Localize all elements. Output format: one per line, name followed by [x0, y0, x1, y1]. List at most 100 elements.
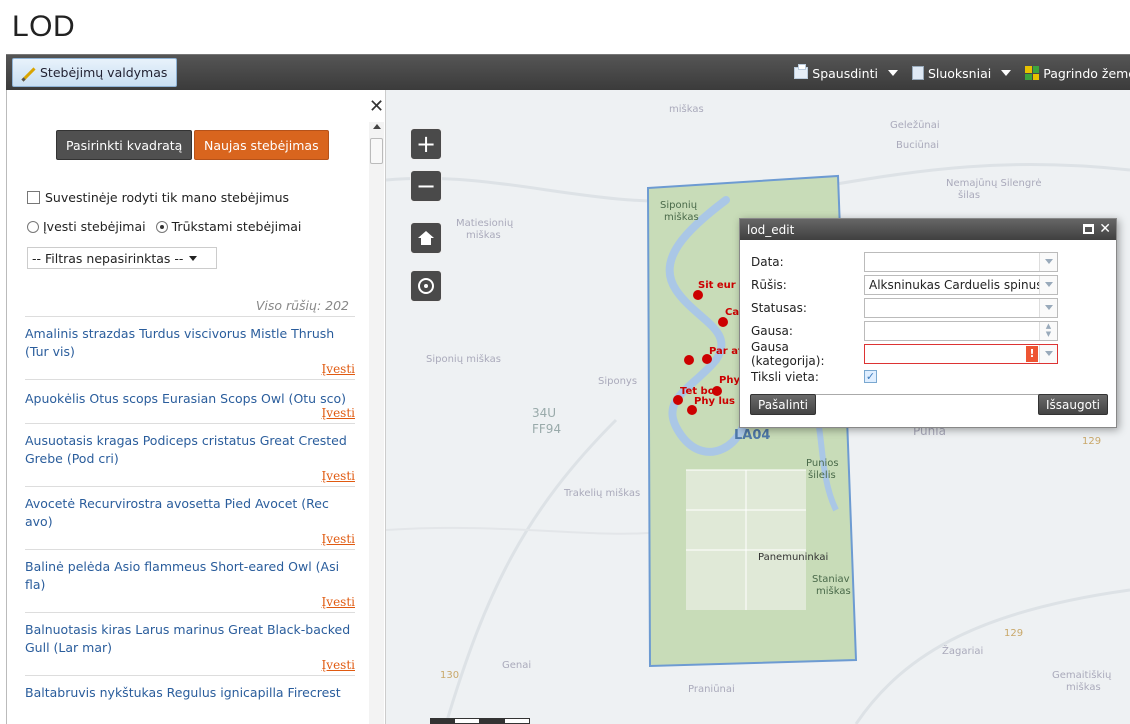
sidebar-scrollbar[interactable] [369, 122, 384, 724]
list-item: Apuokėlis Otus scops Eurasian Scops Owl … [25, 379, 355, 423]
locate-button[interactable] [410, 270, 442, 302]
scale-bar [430, 718, 530, 724]
only-mine-label: Suvestinėje rodyti tik mano stebėjimus [45, 190, 290, 205]
dialog-body: Data: Rūšis: Alksninukas Carduelis spinu… [740, 240, 1116, 395]
field-label: Rūšis: [751, 277, 787, 292]
species-name: Amalinis strazdas Turdus viscivorus Mist… [25, 326, 335, 359]
filter-select[interactable]: -- Filtras nepasirinktas -- [27, 247, 217, 269]
enter-link[interactable]: Įvesti [25, 658, 355, 672]
field-species-row: Rūšis: Alksninukas Carduelis spinus I [751, 273, 1106, 296]
radio-entered-label: Įvesti stebėjimai [43, 219, 146, 234]
enter-link[interactable]: Įvesti [25, 469, 355, 483]
save-button[interactable]: Išsaugoti [1038, 394, 1108, 415]
date-input[interactable] [864, 251, 1058, 272]
chevron-down-icon [189, 255, 198, 261]
observations-management-button[interactable]: Stebėjimų valdymas [12, 58, 178, 87]
app-frame: LOD Stebėjimų valdymas Spausdinti Sluoks… [0, 0, 1130, 724]
enter-link[interactable]: Įvesti [25, 406, 355, 420]
dropdown-button[interactable] [1039, 275, 1057, 294]
only-mine-checkbox[interactable] [27, 191, 40, 204]
map-label: Genai [502, 660, 532, 671]
map-label: Siponių miškas [426, 354, 501, 365]
error-icon: ! [1026, 345, 1038, 362]
field-status-row: Statusas: [751, 296, 1106, 319]
map-label: Praniūnai [688, 684, 735, 695]
print-label: Spausdinti [812, 65, 878, 81]
observation-label[interactable]: Phy lus [694, 396, 735, 407]
list-item: Baltabruvis nykštukas Regulus ignicapill… [25, 675, 355, 705]
list-item: Amalinis strazdas Turdus viscivorus Mist… [25, 316, 355, 379]
field-label: Gausa (kategorija): [751, 339, 825, 368]
map-label: Nemajūnų Silengrė [946, 178, 1042, 189]
species-name: Apuokėlis Otus scops Eurasian Scops Owl … [25, 391, 346, 406]
map-label: Gemaitiškių [1052, 670, 1112, 681]
scroll-thumb[interactable] [370, 138, 383, 164]
dropdown-button[interactable] [1039, 344, 1057, 363]
enter-link[interactable]: Įvesti [25, 595, 355, 609]
dialog-header[interactable]: lod_edit ✕ [740, 219, 1116, 240]
observation-label[interactable]: Phy [719, 375, 740, 386]
radio-missing[interactable] [155, 220, 168, 233]
choose-square-button[interactable]: Pasirinkti kvadratą [56, 130, 193, 160]
abundance-stepper[interactable]: ▲ ▼ [864, 320, 1058, 341]
map-label: Žagariai [942, 646, 984, 657]
only-mine-checkbox-row[interactable]: Suvestinėje rodyti tik mano stebėjimus [27, 190, 289, 205]
enter-link[interactable]: Įvesti [25, 362, 355, 376]
field-label: Statusas: [751, 300, 807, 315]
map-label: FF94 [532, 422, 562, 436]
layers-menu[interactable]: Sluoksniai [911, 66, 1012, 81]
list-item: Avocetė Recurvirostra avosetta Pied Avoc… [25, 486, 355, 549]
zoom-in-button[interactable]: + [410, 128, 442, 160]
species-select-value: Alksninukas Carduelis spinus I [869, 277, 1050, 292]
chevron-down-icon [1044, 305, 1053, 310]
map-label: miškas [816, 586, 851, 597]
maximize-icon[interactable] [1083, 224, 1095, 234]
map-label: šilelis [808, 470, 836, 481]
enter-link[interactable]: Įvesti [25, 532, 355, 546]
dropdown-button[interactable] [1039, 252, 1057, 271]
field-label: Data: [751, 254, 784, 269]
home-icon [418, 231, 434, 245]
exact-location-checkbox[interactable]: ✓ [864, 370, 877, 383]
basemap-icon [1025, 66, 1040, 80]
observation-label[interactable]: Ca [725, 307, 739, 318]
chevron-down-icon [1001, 70, 1012, 76]
observation-label[interactable]: Sit eur [698, 280, 736, 291]
scroll-up-arrow-icon[interactable] [373, 124, 381, 129]
species-select[interactable]: Alksninukas Carduelis spinus I [864, 274, 1058, 295]
print-menu[interactable]: Spausdinti [794, 64, 898, 81]
list-item: Balinė pelėda Asio flammeus Short-eared … [25, 549, 355, 612]
layers-icon [911, 66, 924, 80]
species-count: Viso rūšių: 202 [255, 298, 349, 313]
home-button[interactable] [410, 222, 442, 254]
remove-button[interactable]: Pašalinti [750, 394, 816, 415]
field-data-row: Data: [751, 250, 1106, 273]
crosshair-icon [418, 278, 434, 294]
chevron-down-icon [1044, 351, 1053, 356]
map-label: Buciūnai [896, 140, 940, 151]
observation-label[interactable]: Par at [709, 346, 743, 357]
stepper-arrows-icon[interactable]: ▲ ▼ [1039, 321, 1057, 340]
new-observation-button[interactable]: Naujas stebėjimas [194, 130, 329, 160]
zoom-out-button[interactable]: − [410, 170, 442, 202]
status-select[interactable] [864, 297, 1058, 318]
observation-type-radios: Įvesti stebėjimai Trūkstami stebėjimai [27, 219, 301, 234]
map-label: Matiesionių [456, 218, 514, 229]
map-label: 34U [532, 406, 557, 420]
radio-entered[interactable] [27, 220, 39, 233]
list-item: Balnuotasis kiras Larus marinus Great Bl… [25, 612, 355, 675]
sidebar-panel: ✕ Pasirinkti kvadratą Naujas stebėjimas … [6, 90, 386, 724]
chevron-down-icon [1044, 259, 1053, 264]
abundance-category-select[interactable]: ! [864, 343, 1058, 364]
dropdown-button[interactable] [1039, 298, 1057, 317]
basemap-menu[interactable]: Pagrindo žemė [1025, 66, 1130, 81]
species-list: Amalinis strazdas Turdus viscivorus Mist… [25, 316, 355, 705]
species-name: Balnuotasis kiras Larus marinus Great Bl… [25, 622, 351, 655]
close-icon[interactable]: ✕ [1099, 221, 1111, 237]
field-label: Tiksli vieta: [751, 369, 819, 384]
dialog-title: lod_edit [747, 222, 795, 237]
close-icon[interactable]: ✕ [369, 96, 384, 117]
radio-missing-label: Trūkstami stebėjimai [171, 219, 302, 234]
map-label: miškas [1066, 682, 1101, 693]
pencil-icon [22, 67, 34, 79]
